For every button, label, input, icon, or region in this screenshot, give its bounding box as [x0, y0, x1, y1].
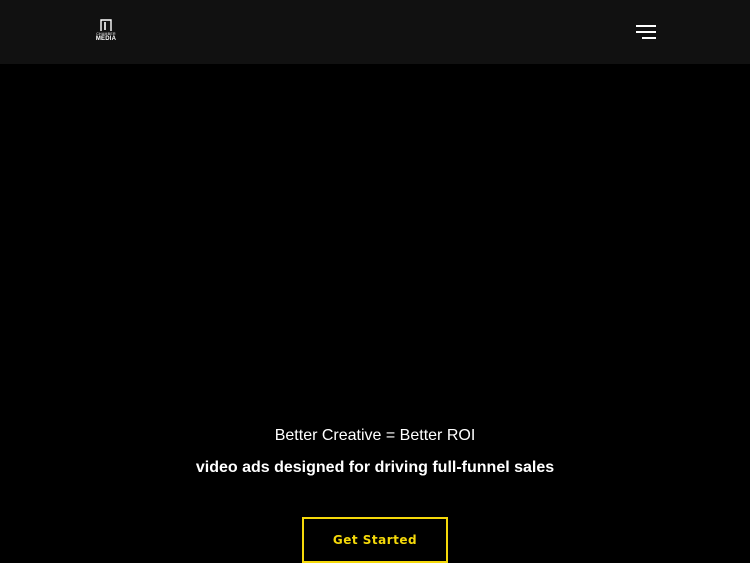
page: CHAMBER MEDIA Better Creative = Better R…	[0, 0, 750, 563]
menu-button[interactable]	[634, 24, 658, 40]
site-header: CHAMBER MEDIA	[0, 0, 750, 64]
door-logo-icon	[100, 19, 112, 31]
logo-line-2: MEDIA	[95, 36, 117, 42]
get-started-button[interactable]: Get Started	[302, 517, 448, 563]
hero-subtitle: video ads designed for driving full-funn…	[195, 459, 555, 476]
site-logo[interactable]: CHAMBER MEDIA	[91, 19, 121, 45]
hero-title: Better Creative = Better ROI	[274, 427, 476, 444]
